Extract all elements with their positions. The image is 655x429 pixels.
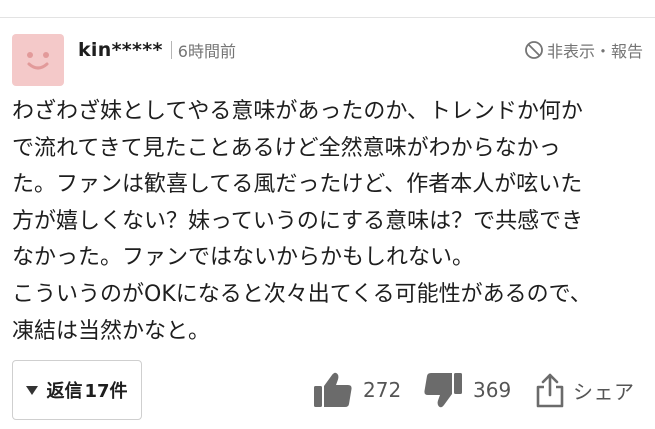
thumbs-up-icon	[314, 372, 352, 407]
comment-line: た。ファンは歓喜してる風だったけど、作者本人が呟いた	[12, 172, 583, 198]
like-count: 272	[363, 378, 402, 402]
dislike-count: 369	[473, 378, 512, 402]
comment-body: わざわざ妹としてやる意味があったのか、トレンドか何か で流れてきて見たことあるけ…	[12, 94, 647, 350]
prohibited-icon	[525, 41, 543, 59]
timestamp: 6時間前	[177, 42, 236, 61]
dislike-button[interactable]: 369	[423, 368, 511, 412]
thumbs-down-icon	[424, 373, 462, 408]
caret-down-icon	[26, 385, 39, 395]
comment-line: 方が嬉しくない？妹っていうのにする意味は？で共感でき	[12, 208, 584, 234]
replies-button[interactable]: 返信 17件	[12, 360, 142, 420]
replies-count: 17件	[84, 381, 128, 402]
username[interactable]: kin*****	[78, 39, 163, 61]
comment-line: こういうのがOKになると次々出てくる可能性があるので、	[12, 281, 592, 307]
share-button[interactable]: シェア	[535, 368, 635, 412]
header-separator	[170, 41, 172, 59]
avatar[interactable]	[12, 34, 64, 86]
smiling-face-icon	[27, 52, 49, 70]
hide-report-button[interactable]: 非表示・報告	[524, 37, 643, 63]
like-button[interactable]: 272	[313, 368, 401, 412]
comment-line: なかった。ファンではないからかもしれない。	[12, 245, 475, 271]
comment-line: で流れてきて見たことあるけど全然意味がわからなかっ	[12, 135, 561, 161]
replies-label: 返信	[46, 381, 83, 402]
share-icon	[536, 373, 564, 408]
comment-header: kin***** 6時間前	[78, 36, 236, 64]
comment-line: 凍結は当然かなと。	[12, 318, 211, 344]
share-label: シェア	[573, 379, 635, 404]
hide-report-label: 非表示・報告	[546, 42, 643, 61]
top-divider	[0, 17, 655, 18]
comment-line: わざわざ妹としてやる意味があったのか、トレンドか何か	[12, 99, 583, 124]
